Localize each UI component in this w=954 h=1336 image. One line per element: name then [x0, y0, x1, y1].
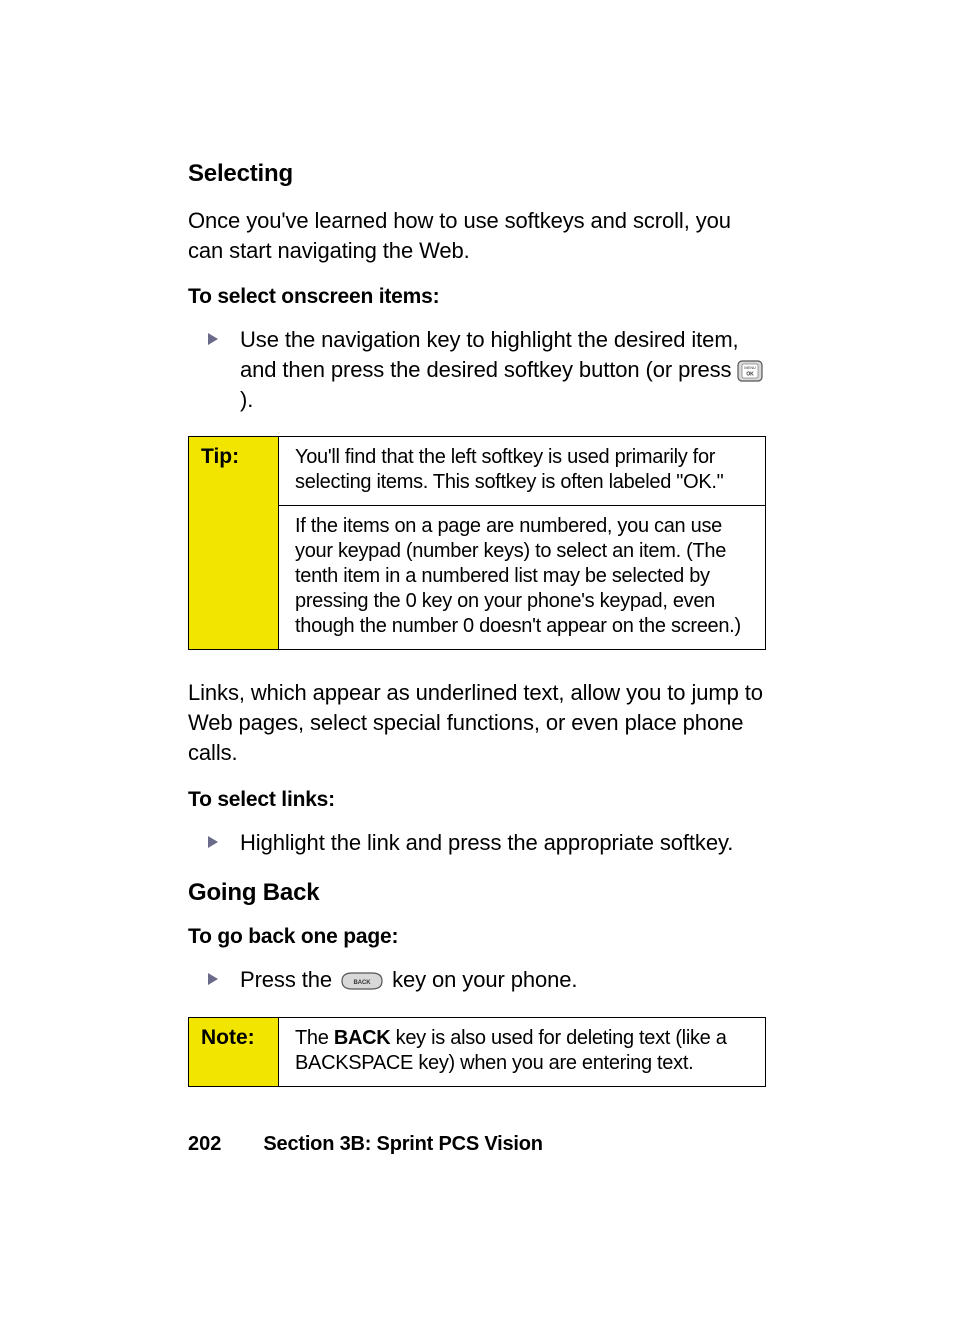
tip-callout: Tip: You'll find that the left softkey i… [188, 436, 766, 650]
tip-row-2: If the items on a page are numbered, you… [279, 505, 765, 649]
note-text: The BACK key is also used for deleting t… [279, 1018, 765, 1086]
para-intro: Once you've learned how to use softkeys … [188, 206, 766, 265]
bullet-back-b: key on your phone. [392, 967, 577, 992]
back-key-icon: BACK [338, 970, 386, 992]
note-label: Note: [189, 1018, 279, 1086]
tip-row-1: You'll find that the left softkey is use… [279, 437, 765, 505]
triangle-bullet-icon [208, 836, 218, 848]
note-callout: Note: The BACK key is also used for dele… [188, 1017, 766, 1087]
svg-text:BACK: BACK [354, 980, 372, 986]
bullet-text-back: Press the BACK key on your phone. [240, 965, 577, 995]
heading-going-back: Going Back [188, 879, 766, 907]
svg-text:OK: OK [747, 372, 755, 378]
note-body: The BACK key is also used for deleting t… [279, 1018, 765, 1086]
page-footer: 202 Section 3B: Sprint PCS Vision [188, 1133, 543, 1156]
bullet-text-b: ). [240, 387, 253, 412]
triangle-bullet-icon [208, 973, 218, 985]
bullet-row-links: Highlight the link and press the appropr… [188, 828, 766, 858]
triangle-bullet-icon [208, 333, 218, 345]
bullet-row-select-onscreen: Use the navigation key to highlight the … [188, 325, 766, 414]
instr-select-links: To select links: [188, 788, 766, 812]
section-label: Section 3B: Sprint PCS Vision [263, 1133, 542, 1156]
menu-ok-key-icon: MENU OK [737, 360, 765, 382]
instr-go-back: To go back one page: [188, 925, 766, 949]
tip-label: Tip: [189, 437, 279, 649]
bullet-text-links: Highlight the link and press the appropr… [240, 828, 733, 858]
bullet-back-a: Press the [240, 967, 338, 992]
para-links: Links, which appear as underlined text, … [188, 678, 766, 767]
bullet-text: Use the navigation key to highlight the … [240, 325, 766, 414]
page-number: 202 [188, 1133, 221, 1156]
note-text-bold: BACK [334, 1027, 391, 1049]
heading-selecting: Selecting [188, 160, 766, 188]
instr-select-onscreen: To select onscreen items: [188, 285, 766, 309]
tip-body: You'll find that the left softkey is use… [279, 437, 765, 649]
note-text-a: The [295, 1027, 334, 1049]
svg-text:MENU: MENU [745, 365, 757, 370]
bullet-text-a: Use the navigation key to highlight the … [240, 327, 739, 382]
bullet-row-back: Press the BACK key on your phone. [188, 965, 766, 995]
